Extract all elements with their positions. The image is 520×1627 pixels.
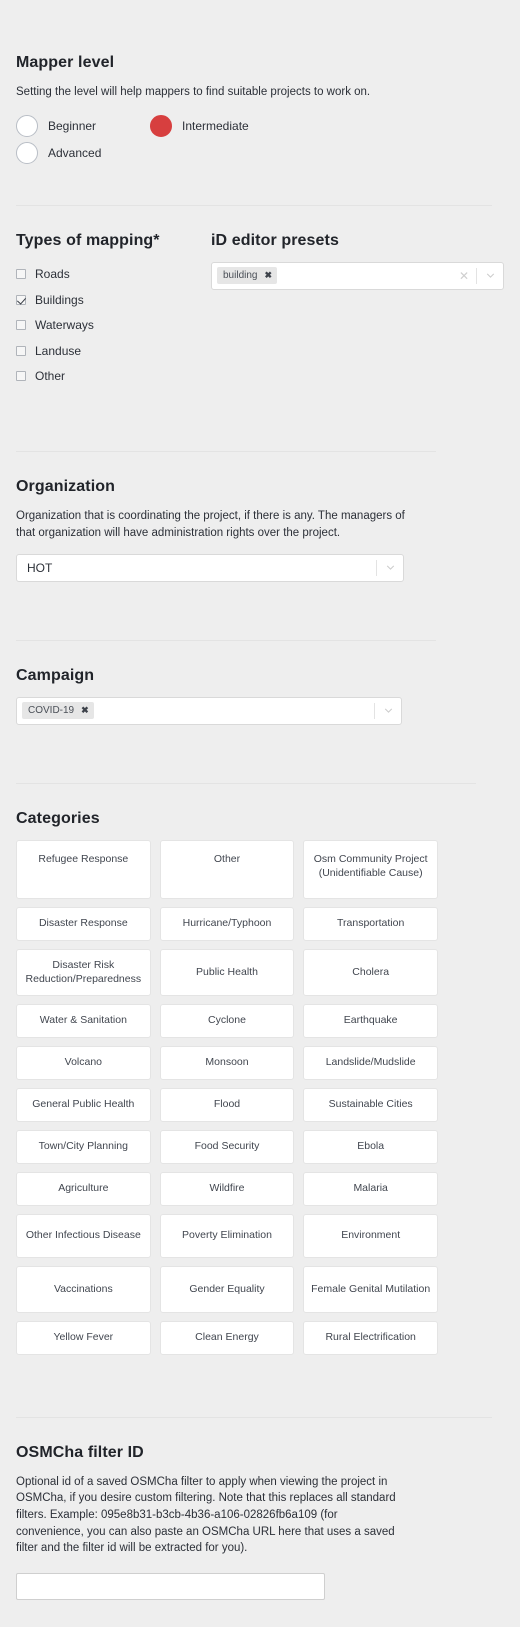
organization-title: Organization <box>16 478 115 496</box>
category-card[interactable]: Volcano <box>16 1045 151 1080</box>
category-card[interactable]: Hurricane/Typhoon <box>159 906 295 941</box>
category-card[interactable]: Cholera <box>303 948 438 996</box>
organization-description: Organization that is coordinating the pr… <box>16 510 405 539</box>
category-card[interactable]: Public Health <box>159 948 295 996</box>
chevron-down-icon[interactable] <box>375 704 401 717</box>
types-of-mapping-list: Roads Buildings Waterways Landuse Other <box>16 262 211 390</box>
mapper-level-description: Setting the level will help mappers to f… <box>16 86 371 98</box>
checkbox-label-buildings: Buildings <box>35 292 84 307</box>
project-edit-form: Mapper level Setting the level will help… <box>0 0 520 1600</box>
checkbox-label-landuse: Landuse <box>35 343 82 358</box>
category-card[interactable]: Clean Energy <box>159 1320 295 1355</box>
organization-section: Organization Organization that is coordi… <box>16 452 504 582</box>
category-card[interactable]: Transportation <box>303 906 438 941</box>
remove-tag-icon[interactable]: ✖ <box>264 270 272 281</box>
category-card[interactable]: Monsoon <box>159 1045 295 1080</box>
mapper-level-section: Mapper level Setting the level will help… <box>16 0 504 167</box>
checkbox-item-waterways[interactable]: Waterways <box>16 313 211 339</box>
checkbox-icon[interactable] <box>16 371 26 382</box>
campaign-multiselect[interactable]: COVID-19 ✖ <box>16 696 402 725</box>
preset-tag-label: building <box>223 270 258 282</box>
checkbox-item-other[interactable]: Other <box>16 364 211 390</box>
category-card[interactable]: Refugee Response <box>16 839 151 899</box>
osmcha-filter-id-input[interactable] <box>16 1572 325 1600</box>
category-card[interactable]: Poverty Elimination <box>159 1213 295 1258</box>
category-card[interactable]: Yellow Fever <box>16 1320 151 1355</box>
radio-label-advanced: Advanced <box>48 146 102 161</box>
osmcha-title: OSMCha filter ID <box>16 1443 144 1461</box>
radio-circle-selected-icon[interactable] <box>150 115 172 138</box>
category-card[interactable]: Earthquake <box>303 1003 438 1038</box>
category-card[interactable]: Agriculture <box>16 1171 151 1206</box>
category-card[interactable]: Wildfire <box>159 1171 295 1206</box>
id-editor-presets-title: iD editor presets <box>211 231 339 249</box>
checkbox-item-landuse[interactable]: Landuse <box>16 338 211 364</box>
checkbox-item-roads[interactable]: Roads <box>16 262 211 288</box>
checkbox-label-other: Other <box>35 369 66 384</box>
mapper-level-options: Beginner Advanced Intermediate <box>16 113 504 167</box>
category-card[interactable]: Other <box>159 839 295 899</box>
category-card[interactable]: Water & Sanitation <box>16 1003 151 1038</box>
campaign-tag-covid19[interactable]: COVID-19 ✖ <box>22 702 94 720</box>
category-card[interactable]: Vaccinations <box>16 1265 151 1313</box>
radio-circle-icon[interactable] <box>16 142 38 165</box>
category-card[interactable]: Cyclone <box>159 1003 295 1038</box>
osmcha-description: Optional id of a saved OSMCha filter to … <box>16 1475 396 1555</box>
category-card[interactable]: Osm Community Project (Unidentifiable Ca… <box>303 839 438 899</box>
checkbox-label-waterways: Waterways <box>35 318 94 333</box>
category-card[interactable]: Environment <box>303 1213 438 1258</box>
remove-tag-icon[interactable]: ✖ <box>81 705 89 716</box>
category-card[interactable]: Gender Equality <box>159 1265 295 1313</box>
checkbox-icon[interactable] <box>16 269 26 280</box>
category-card[interactable]: Rural Electrification <box>303 1320 438 1355</box>
category-card[interactable]: Disaster Risk Reduction/Preparedness <box>16 948 151 996</box>
category-card[interactable]: General Public Health <box>16 1087 151 1122</box>
category-card[interactable]: Disaster Response <box>16 906 151 941</box>
radio-option-beginner[interactable]: Beginner <box>16 113 150 140</box>
category-card[interactable]: Food Security <box>159 1129 295 1164</box>
checkbox-icon[interactable] <box>16 345 26 356</box>
radio-label-intermediate: Intermediate <box>182 119 249 134</box>
radio-option-advanced[interactable]: Advanced <box>16 140 150 167</box>
types-of-mapping-section: Types of mapping* Roads Buildings Waterw… <box>16 206 504 390</box>
types-of-mapping-title: Types of mapping* <box>16 231 160 249</box>
chevron-down-icon[interactable] <box>477 269 503 282</box>
checkbox-item-buildings[interactable]: Buildings <box>16 287 211 313</box>
organization-selected-value: HOT <box>27 560 53 575</box>
chevron-down-icon[interactable] <box>377 561 403 574</box>
campaign-title: Campaign <box>16 666 95 684</box>
preset-tag-building[interactable]: building ✖ <box>217 267 278 285</box>
category-card[interactable]: Town/City Planning <box>16 1129 151 1164</box>
category-card[interactable]: Sustainable Cities <box>303 1087 438 1122</box>
radio-label-beginner: Beginner <box>48 119 97 134</box>
categories-grid: Refugee Response Other Osm Community Pro… <box>16 839 438 1355</box>
categories-title: Categories <box>16 809 100 827</box>
category-card[interactable]: Flood <box>159 1087 295 1122</box>
clear-all-icon[interactable]: ✕ <box>452 270 476 282</box>
radio-option-intermediate[interactable]: Intermediate <box>150 113 249 140</box>
campaign-section: Campaign COVID-19 ✖ <box>16 641 504 725</box>
category-card[interactable]: Ebola <box>303 1129 438 1164</box>
category-card[interactable]: Other Infectious Disease <box>16 1213 151 1258</box>
category-card[interactable]: Landslide/Mudslide <box>303 1045 438 1080</box>
checkbox-label-roads: Roads <box>35 267 70 282</box>
osmcha-filter-section: OSMCha filter ID Optional id of a saved … <box>16 1418 504 1600</box>
checkbox-icon[interactable] <box>16 320 26 331</box>
checkbox-checked-icon[interactable] <box>16 294 26 305</box>
campaign-tag-label: COVID-19 <box>28 705 75 717</box>
id-editor-presets-multiselect[interactable]: building ✖ ✕ <box>211 261 504 290</box>
category-card[interactable]: Female Genital Mutilation <box>303 1265 438 1313</box>
organization-select[interactable]: HOT <box>16 553 404 582</box>
mapper-level-title: Mapper level <box>16 54 115 71</box>
category-card[interactable]: Malaria <box>303 1171 438 1206</box>
radio-circle-icon[interactable] <box>16 115 38 138</box>
categories-section: Categories Refugee Response Other Osm Co… <box>16 784 504 1355</box>
